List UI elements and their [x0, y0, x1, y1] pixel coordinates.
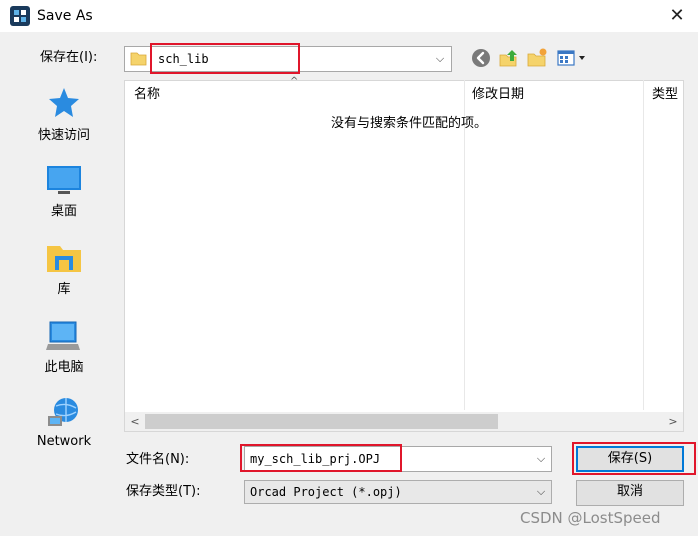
places-bar — [8, 78, 120, 526]
place-this-pc[interactable]: 此电脑 — [8, 320, 120, 375]
scroll-left-icon[interactable]: < — [127, 412, 143, 431]
view-menu-icon[interactable] — [556, 47, 590, 69]
save-in-label: 保存在(I): — [40, 50, 98, 65]
save-highlight-box — [572, 442, 696, 475]
sort-arrow-icon: ^ — [290, 76, 299, 87]
place-desktop[interactable]: 桌面 — [8, 164, 120, 219]
filename-label: 文件名(N): — [126, 452, 190, 467]
chevron-down-icon[interactable]: ⌵ — [533, 451, 549, 467]
folder-icon — [130, 52, 147, 66]
cancel-button[interactable]: 取消 — [576, 480, 684, 506]
computer-icon — [46, 321, 80, 350]
chevron-down-icon[interactable]: ⌵ — [432, 51, 448, 67]
up-folder-icon[interactable] — [498, 47, 520, 69]
place-library[interactable]: 库 — [8, 242, 120, 297]
window-title: Save As — [37, 8, 93, 24]
close-icon[interactable]: ✕ — [666, 5, 688, 27]
watermark: CSDN @LostSpeed — [520, 509, 661, 527]
place-quick-access[interactable]: 快速访问 — [8, 86, 120, 143]
filename-highlight-box — [240, 444, 402, 472]
title-bar — [0, 0, 698, 32]
desktop-icon — [47, 166, 81, 194]
app-icon — [10, 6, 30, 26]
column-header-name[interactable]: 名称 — [134, 86, 160, 104]
scroll-right-icon[interactable]: > — [665, 412, 681, 431]
chevron-down-icon[interactable]: ⌵ — [533, 484, 549, 500]
place-label: 库 — [57, 282, 71, 297]
place-label: 此电脑 — [44, 360, 84, 375]
filetype-value: Orcad Project (*.opj) — [250, 485, 402, 499]
library-icon — [47, 246, 81, 272]
place-label: 桌面 — [50, 204, 77, 219]
column-header-date[interactable]: 修改日期 — [472, 86, 524, 104]
filetype-label: 保存类型(T): — [126, 484, 201, 499]
star-icon — [49, 88, 79, 117]
back-icon[interactable] — [470, 47, 492, 69]
column-header-type[interactable]: 类型 — [652, 86, 678, 104]
network-icon — [48, 398, 78, 426]
place-network[interactable]: Network — [8, 396, 120, 449]
empty-message: 没有与搜索条件匹配的项。 — [330, 116, 487, 131]
place-label: Network — [36, 434, 92, 449]
save-in-highlight-box — [150, 43, 300, 74]
scrollbar-thumb[interactable] — [145, 414, 498, 429]
place-label: 快速访问 — [37, 128, 90, 143]
new-folder-icon[interactable] — [526, 47, 548, 69]
